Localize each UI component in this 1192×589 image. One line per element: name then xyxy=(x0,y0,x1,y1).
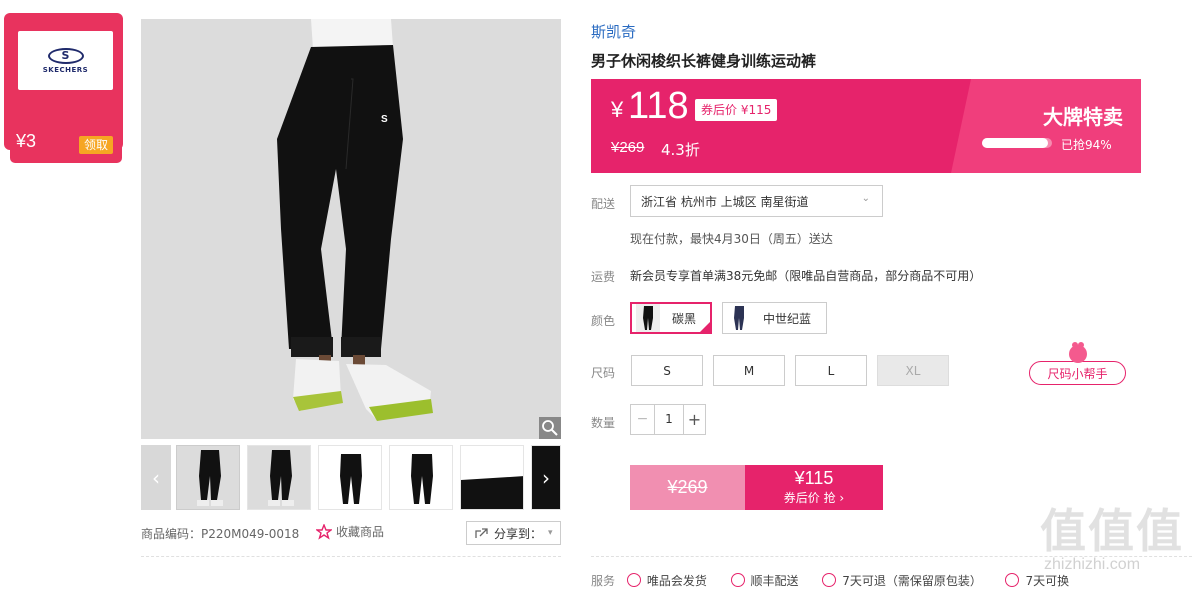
color-label: 颜色 xyxy=(591,314,616,328)
size-option-xl[interactable]: XL xyxy=(877,355,949,386)
product-title: 男子休闲梭织长裤健身训练运动裤 xyxy=(591,52,817,70)
current-price: 118 xyxy=(628,85,689,127)
services-row: 服务 唯品会发货 顺丰配送 7天可退（需保留原包装） 7天可换 xyxy=(591,572,1069,589)
buy-coupon-action: 券后价 抢 › xyxy=(783,491,845,505)
size-option-s[interactable]: S xyxy=(631,355,703,386)
claim-coupon-button[interactable]: 领取 xyxy=(79,136,113,154)
service-item: 7天可换 xyxy=(1025,574,1070,588)
favorite-button[interactable]: 收藏商品 xyxy=(316,523,384,540)
color-swatch-blue xyxy=(727,304,751,332)
size-helper-button[interactable]: 尺码小帮手 xyxy=(1029,361,1126,385)
main-product-image: S xyxy=(141,19,561,439)
svg-text:S: S xyxy=(381,114,388,125)
color-option-carbon-black[interactable]: 碳黑 xyxy=(630,302,712,334)
product-code: 商品编码：P220M049-0018 xyxy=(141,527,300,541)
color-swatch-black xyxy=(636,304,660,332)
check-icon xyxy=(1005,573,1020,587)
quantity-increase-button[interactable]: + xyxy=(683,405,705,434)
watermark-url: zhizhizhi.com xyxy=(1044,556,1141,573)
original-price: ¥269 xyxy=(611,139,645,156)
thumbnail-5[interactable] xyxy=(460,445,524,510)
share-button[interactable]: 分享到： ▾ xyxy=(466,521,561,545)
size-label: 尺码 xyxy=(591,366,616,380)
discount-rate: 4.3折 xyxy=(661,141,700,159)
brand-logo: S SKECHERS xyxy=(18,31,113,90)
quantity-decrease-button[interactable]: − xyxy=(631,405,655,434)
selected-check-icon xyxy=(698,320,712,334)
after-coupon-tag: 券后价 ¥115 xyxy=(695,99,778,121)
thumbnail-2[interactable] xyxy=(247,445,311,510)
quantity-input[interactable]: 1 xyxy=(655,405,683,434)
buy-original-price: ¥269 xyxy=(667,477,708,497)
color-option-label: 碳黑 xyxy=(672,311,697,326)
buy-with-coupon-button[interactable]: ¥115 券后价 抢 › xyxy=(745,465,883,510)
thumbnail-4[interactable] xyxy=(389,445,453,510)
price-box: ¥ 118 券后价 ¥115 ¥269 4.3折 大牌特卖 已抢94% xyxy=(591,79,1141,173)
share-dropdown-icon: ▾ xyxy=(548,528,553,538)
shipping-info: 新会员专享首单满38元免邮（限唯品自营商品，部分商品不可用） xyxy=(630,269,982,283)
check-icon xyxy=(730,573,745,587)
price-currency: ¥ xyxy=(611,97,624,122)
share-label: 分享到： xyxy=(494,526,543,541)
share-icon xyxy=(475,528,488,538)
color-option-medieval-blue[interactable]: 中世纪蓝 xyxy=(722,302,827,334)
brand-link[interactable]: 斯凯奇 xyxy=(591,21,636,42)
service-item: 7天可退（需保留原包装） xyxy=(842,574,982,588)
favorite-label: 收藏商品 xyxy=(336,525,385,539)
shipping-label: 运费 xyxy=(591,270,616,284)
buy-coupon-price: ¥115 xyxy=(794,468,834,488)
sold-percentage: 已抢94% xyxy=(1061,138,1112,152)
thumbnail-next-button[interactable]: › xyxy=(531,445,561,510)
sold-progress-bar xyxy=(982,138,1052,148)
promo-title: 大牌特卖 xyxy=(1043,105,1123,129)
quantity-stepper: − 1 + xyxy=(630,404,706,435)
size-option-l[interactable]: L xyxy=(795,355,867,386)
coupon-amount: ¥3 xyxy=(16,131,37,151)
size-helper-label: 尺码小帮手 xyxy=(1047,366,1108,381)
size-option-m[interactable]: M xyxy=(713,355,785,386)
skechers-s-logo-icon: S xyxy=(47,47,84,64)
check-icon xyxy=(626,573,641,587)
delivery-eta: 现在付款，最快4月30日（周五）送达 xyxy=(630,232,833,246)
thumbnail-prev-button[interactable]: ‹ xyxy=(141,445,171,510)
watermark-logo: 值值值 xyxy=(1040,504,1184,558)
check-icon xyxy=(822,573,837,587)
quantity-label: 数量 xyxy=(591,416,616,430)
address-selector[interactable]: 浙江省 杭州市 上城区 南星街道 ⌄ xyxy=(630,185,883,217)
thumbnail-1[interactable] xyxy=(176,445,240,510)
brand-logo-text: SKECHERS xyxy=(42,65,89,74)
color-option-label: 中世纪蓝 xyxy=(763,311,812,326)
pants-photo: S xyxy=(141,19,561,439)
address-value: 浙江省 杭州市 上城区 南星街道 xyxy=(641,194,809,209)
services-label: 服务 xyxy=(591,574,616,588)
zoom-icon[interactable] xyxy=(539,417,561,439)
delivery-label: 配送 xyxy=(591,197,616,211)
thumbnail-strip: ‹ › xyxy=(141,445,561,510)
chevron-down-icon: ⌄ xyxy=(861,193,870,204)
brand-coupon[interactable]: S SKECHERS ¥3 领取 xyxy=(4,13,123,163)
buy-original-price-button[interactable]: ¥269 xyxy=(630,465,745,510)
thumbnail-3[interactable] xyxy=(318,445,382,510)
service-item: 唯品会发货 xyxy=(646,574,707,588)
service-item: 顺丰配送 xyxy=(750,574,799,588)
mascot-icon xyxy=(1069,342,1087,363)
star-icon xyxy=(316,523,332,540)
